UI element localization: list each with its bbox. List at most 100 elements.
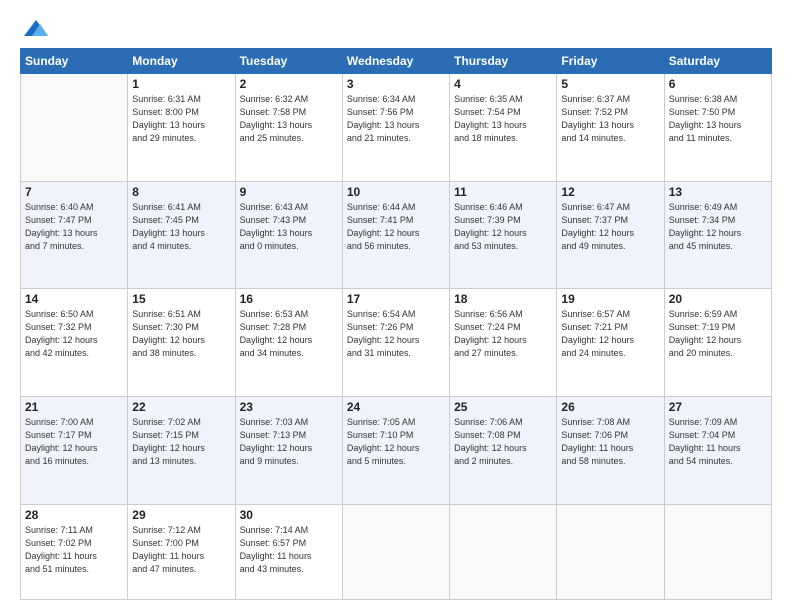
calendar-cell: 14 Sunrise: 6:50 AM Sunset: 7:32 PM Dayli…	[21, 289, 128, 397]
day-info: Sunrise: 6:50 AM Sunset: 7:32 PM Dayligh…	[25, 308, 123, 360]
calendar-cell: 29Sunrise: 7:12 AM Sunset: 7:00 PM Dayli…	[128, 504, 235, 599]
day-number: 3	[347, 77, 445, 91]
day-info: Sunrise: 7:05 AM Sunset: 7:10 PM Dayligh…	[347, 416, 445, 468]
day-info: Sunrise: 6:43 AM Sunset: 7:43 PM Dayligh…	[240, 201, 338, 253]
calendar-cell: 1 Sunrise: 6:31 AM Sunset: 8:00 PM Daylig…	[128, 74, 235, 182]
calendar-day-header: Wednesday	[342, 49, 449, 74]
day-number: 20	[669, 292, 767, 306]
calendar-cell: 30 Sunrise: 7:14 AM Sunset: 6:57 PM Dayli…	[235, 504, 342, 599]
day-info: Sunrise: 6:54 AM Sunset: 7:26 PM Dayligh…	[347, 308, 445, 360]
calendar-cell: 5Sunrise: 6:37 AM Sunset: 7:52 PM Daylig…	[557, 74, 664, 182]
day-info: Sunrise: 6:32 AM Sunset: 7:58 PM Dayligh…	[240, 93, 338, 145]
calendar-cell: 16 Sunrise: 6:53 AM Sunset: 7:28 PM Dayli…	[235, 289, 342, 397]
day-number: 1	[132, 77, 230, 91]
calendar-cell: 7Sunrise: 6:40 AM Sunset: 7:47 PM Daylig…	[21, 181, 128, 289]
day-number: 7	[25, 185, 123, 199]
day-number: 22	[132, 400, 230, 414]
day-info: Sunrise: 7:08 AM Sunset: 7:06 PM Dayligh…	[561, 416, 659, 468]
day-info: Sunrise: 6:53 AM Sunset: 7:28 PM Dayligh…	[240, 308, 338, 360]
day-number: 6	[669, 77, 767, 91]
day-info: Sunrise: 6:34 AM Sunset: 7:56 PM Dayligh…	[347, 93, 445, 145]
day-number: 5	[561, 77, 659, 91]
calendar-week-row: 7Sunrise: 6:40 AM Sunset: 7:47 PM Daylig…	[21, 181, 772, 289]
day-number: 26	[561, 400, 659, 414]
calendar-cell: 9 Sunrise: 6:43 AM Sunset: 7:43 PM Daylig…	[235, 181, 342, 289]
day-number: 14	[25, 292, 123, 306]
calendar-cell	[450, 504, 557, 599]
day-number: 21	[25, 400, 123, 414]
calendar-day-header: Sunday	[21, 49, 128, 74]
calendar-week-row: 21Sunrise: 7:00 AM Sunset: 7:17 PM Dayli…	[21, 396, 772, 504]
day-number: 12	[561, 185, 659, 199]
calendar-cell: 23Sunrise: 7:03 AM Sunset: 7:13 PM Dayli…	[235, 396, 342, 504]
page: SundayMondayTuesdayWednesdayThursdayFrid…	[0, 0, 792, 612]
day-info: Sunrise: 6:47 AM Sunset: 7:37 PM Dayligh…	[561, 201, 659, 253]
day-info: Sunrise: 7:14 AM Sunset: 6:57 PM Dayligh…	[240, 524, 338, 576]
calendar-cell: 17 Sunrise: 6:54 AM Sunset: 7:26 PM Dayli…	[342, 289, 449, 397]
calendar-cell: 27 Sunrise: 7:09 AM Sunset: 7:04 PM Dayli…	[664, 396, 771, 504]
calendar-cell: 10 Sunrise: 6:44 AM Sunset: 7:41 PM Dayli…	[342, 181, 449, 289]
day-info: Sunrise: 6:57 AM Sunset: 7:21 PM Dayligh…	[561, 308, 659, 360]
calendar-day-header: Tuesday	[235, 49, 342, 74]
calendar-day-header: Thursday	[450, 49, 557, 74]
calendar-cell: 13 Sunrise: 6:49 AM Sunset: 7:34 PM Dayli…	[664, 181, 771, 289]
day-number: 28	[25, 508, 123, 522]
calendar-week-row: 1 Sunrise: 6:31 AM Sunset: 8:00 PM Daylig…	[21, 74, 772, 182]
day-number: 24	[347, 400, 445, 414]
day-info: Sunrise: 6:35 AM Sunset: 7:54 PM Dayligh…	[454, 93, 552, 145]
day-info: Sunrise: 6:51 AM Sunset: 7:30 PM Dayligh…	[132, 308, 230, 360]
calendar-cell	[21, 74, 128, 182]
day-number: 13	[669, 185, 767, 199]
day-number: 30	[240, 508, 338, 522]
header	[20, 16, 772, 40]
calendar-cell: 24 Sunrise: 7:05 AM Sunset: 7:10 PM Dayli…	[342, 396, 449, 504]
day-info: Sunrise: 6:49 AM Sunset: 7:34 PM Dayligh…	[669, 201, 767, 253]
calendar-day-header: Monday	[128, 49, 235, 74]
day-number: 11	[454, 185, 552, 199]
calendar-cell: 19Sunrise: 6:57 AM Sunset: 7:21 PM Dayli…	[557, 289, 664, 397]
day-number: 16	[240, 292, 338, 306]
logo-icon	[22, 16, 50, 44]
day-number: 8	[132, 185, 230, 199]
calendar-cell: 18Sunrise: 6:56 AM Sunset: 7:24 PM Dayli…	[450, 289, 557, 397]
day-info: Sunrise: 7:02 AM Sunset: 7:15 PM Dayligh…	[132, 416, 230, 468]
calendar-cell: 3 Sunrise: 6:34 AM Sunset: 7:56 PM Daylig…	[342, 74, 449, 182]
day-number: 25	[454, 400, 552, 414]
calendar-week-row: 28 Sunrise: 7:11 AM Sunset: 7:02 PM Dayli…	[21, 504, 772, 599]
calendar-cell: 11 Sunrise: 6:46 AM Sunset: 7:39 PM Dayli…	[450, 181, 557, 289]
day-number: 29	[132, 508, 230, 522]
day-info: Sunrise: 6:31 AM Sunset: 8:00 PM Dayligh…	[132, 93, 230, 145]
calendar-cell: 22 Sunrise: 7:02 AM Sunset: 7:15 PM Dayli…	[128, 396, 235, 504]
day-number: 9	[240, 185, 338, 199]
calendar-cell: 2 Sunrise: 6:32 AM Sunset: 7:58 PM Daylig…	[235, 74, 342, 182]
day-number: 2	[240, 77, 338, 91]
calendar-cell: 25 Sunrise: 7:06 AM Sunset: 7:08 PM Dayli…	[450, 396, 557, 504]
day-info: Sunrise: 6:44 AM Sunset: 7:41 PM Dayligh…	[347, 201, 445, 253]
day-number: 15	[132, 292, 230, 306]
day-number: 17	[347, 292, 445, 306]
calendar-cell: 4 Sunrise: 6:35 AM Sunset: 7:54 PM Daylig…	[450, 74, 557, 182]
day-info: Sunrise: 6:56 AM Sunset: 7:24 PM Dayligh…	[454, 308, 552, 360]
day-info: Sunrise: 6:41 AM Sunset: 7:45 PM Dayligh…	[132, 201, 230, 253]
day-number: 4	[454, 77, 552, 91]
day-info: Sunrise: 6:59 AM Sunset: 7:19 PM Dayligh…	[669, 308, 767, 360]
calendar-cell: 28 Sunrise: 7:11 AM Sunset: 7:02 PM Dayli…	[21, 504, 128, 599]
calendar-day-header: Saturday	[664, 49, 771, 74]
day-info: Sunrise: 7:06 AM Sunset: 7:08 PM Dayligh…	[454, 416, 552, 468]
calendar-cell	[664, 504, 771, 599]
day-number: 23	[240, 400, 338, 414]
calendar-cell: 21Sunrise: 7:00 AM Sunset: 7:17 PM Dayli…	[21, 396, 128, 504]
calendar-cell	[557, 504, 664, 599]
calendar-day-header: Friday	[557, 49, 664, 74]
day-info: Sunrise: 7:11 AM Sunset: 7:02 PM Dayligh…	[25, 524, 123, 576]
calendar-cell: 12 Sunrise: 6:47 AM Sunset: 7:37 PM Dayli…	[557, 181, 664, 289]
day-number: 27	[669, 400, 767, 414]
calendar-cell: 8 Sunrise: 6:41 AM Sunset: 7:45 PM Daylig…	[128, 181, 235, 289]
calendar-cell: 26 Sunrise: 7:08 AM Sunset: 7:06 PM Dayli…	[557, 396, 664, 504]
day-number: 10	[347, 185, 445, 199]
calendar-cell: 6Sunrise: 6:38 AM Sunset: 7:50 PM Daylig…	[664, 74, 771, 182]
logo	[20, 16, 50, 40]
calendar-cell: 20 Sunrise: 6:59 AM Sunset: 7:19 PM Dayli…	[664, 289, 771, 397]
day-info: Sunrise: 7:09 AM Sunset: 7:04 PM Dayligh…	[669, 416, 767, 468]
day-info: Sunrise: 6:46 AM Sunset: 7:39 PM Dayligh…	[454, 201, 552, 253]
